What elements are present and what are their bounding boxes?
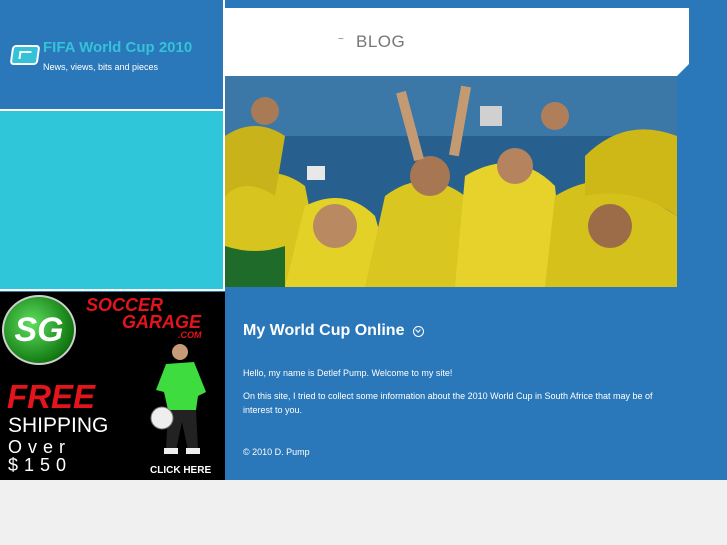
ad-player-image	[150, 344, 206, 454]
page-title-row: My World Cup Online	[243, 322, 663, 340]
hero-photo-image	[225, 76, 677, 287]
ad-logo-icon: SG	[2, 295, 76, 365]
nav-item-blog[interactable]: BLOG	[356, 32, 405, 52]
divider	[0, 289, 225, 291]
chevron-down-icon[interactable]	[413, 325, 425, 337]
page-title: My World Cup Online	[243, 322, 405, 339]
ad-brand-line: .COM	[178, 330, 202, 340]
ad-click-here-button[interactable]: CLICK HERE	[150, 465, 211, 476]
site-header: FIFA World Cup 2010 News, views, bits an…	[0, 0, 223, 109]
ad-shipping-text: SHIPPING	[8, 414, 109, 437]
ad-headline: FREE	[7, 378, 96, 415]
soccer-garage-ad[interactable]: SG SOCCER GARAGE .COM FREE SHIPPING Over…	[0, 292, 225, 480]
hero-photo	[225, 76, 677, 287]
site-title[interactable]: FIFA World Cup 2010	[43, 39, 192, 56]
side-panel	[0, 111, 223, 289]
intro-paragraph: Hello, my name is Detlef Pump. Welcome t…	[243, 368, 453, 378]
nav-separator: ~	[338, 34, 344, 45]
ad-logo-letters: SG	[14, 311, 64, 349]
site-logo-icon[interactable]	[9, 45, 41, 65]
main-content: My World Cup Online	[243, 322, 663, 340]
site-tagline: News, views, bits and pieces	[43, 62, 159, 72]
copyright-text: © 2010 D. Pump	[243, 447, 310, 457]
nav-bar: ~ BLOG	[225, 8, 689, 76]
ad-price-text: $150	[8, 455, 73, 475]
description-paragraph: On this site, I tried to collect some in…	[243, 391, 653, 415]
